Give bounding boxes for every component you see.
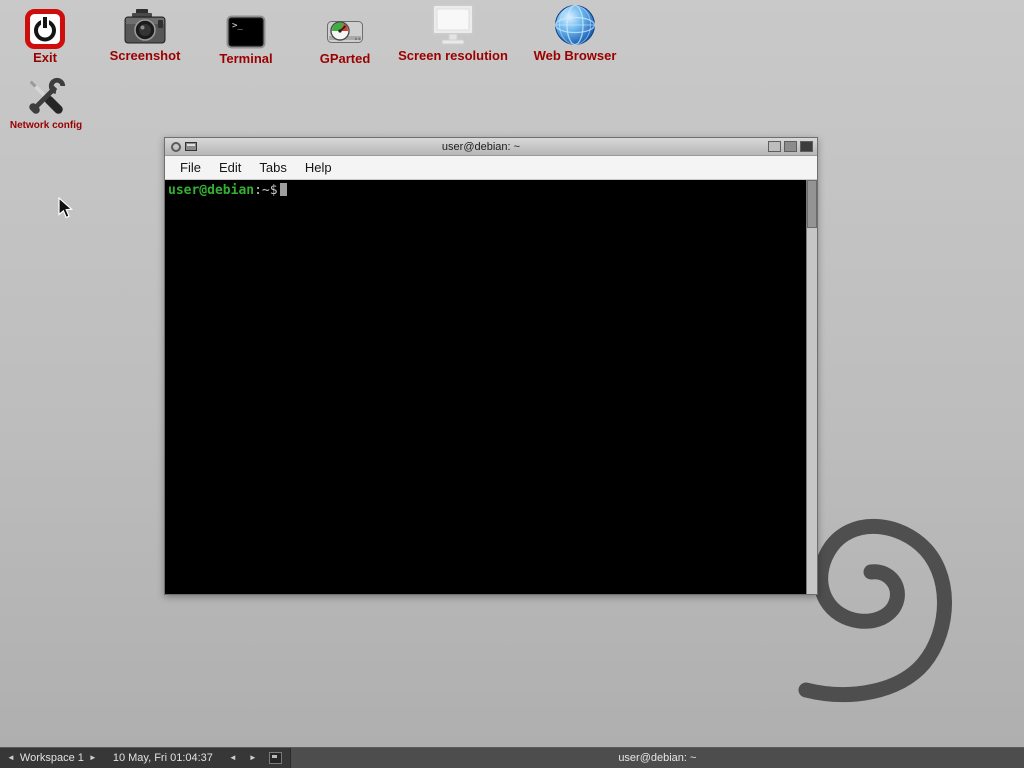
taskbar-clock: 10 May, Fri 01:04:37 [113,752,213,764]
globe-icon [553,0,597,47]
icon-label: Screen resolution [398,48,508,63]
tray-terminal-icon[interactable] [269,752,282,764]
workspace-prev-button[interactable]: ◄ [5,754,17,762]
menu-help[interactable]: Help [296,158,341,177]
icon-label: GParted [320,51,371,66]
icon-label: Network config [10,120,82,131]
icon-label: Screenshot [110,48,181,63]
desktop-icon-web-browser[interactable]: Web Browser [515,0,635,63]
pager-prev-button[interactable]: ◄ [227,754,239,762]
window-title: user@debian: ~ [197,141,765,153]
window-app-icon [185,142,197,151]
desktop-icon-screen-resolution[interactable]: Screen resolution [393,0,513,63]
desktop-icon-network-config[interactable]: Network config [0,72,106,131]
desktop-icon-gparted[interactable]: GParted [285,3,405,66]
svg-text:>_: >_ [232,21,243,31]
busy-spinner-icon [171,142,181,152]
mouse-cursor [58,197,76,221]
workspace-switcher[interactable]: Workspace 1 [20,752,84,764]
terminal-cursor [280,183,287,196]
taskbar-task-terminal[interactable]: user@debian: ~ [290,748,1024,768]
scrollbar-thumb[interactable] [807,180,817,228]
clock-pager: ◄ ► [227,754,259,762]
window-titlebar[interactable]: user@debian: ~ [165,138,817,156]
prompt-suffix: :~$ [254,183,277,198]
pager-next-button[interactable]: ► [247,754,259,762]
taskbar: ◄ Workspace 1 ► 10 May, Fri 01:04:37 ◄ ►… [0,747,1024,768]
minimize-button[interactable] [768,141,781,152]
terminal-scrollbar[interactable] [806,180,817,594]
terminal-window: user@debian: ~ File Edit Tabs Help user@… [164,137,818,595]
icon-label: Web Browser [534,48,617,63]
monitor-icon [429,0,477,47]
camera-icon [122,0,168,47]
prompt-user: user@debian [168,183,254,198]
icon-label: Terminal [219,51,272,66]
menu-edit[interactable]: Edit [210,158,250,177]
terminal-icon: >_ [226,3,266,50]
menu-file[interactable]: File [171,158,210,177]
close-button[interactable] [800,141,813,152]
icon-label: Exit [33,50,57,65]
power-icon [25,2,65,49]
menu-tabs[interactable]: Tabs [250,158,295,177]
menubar: File Edit Tabs Help [165,156,817,180]
workspace-next-button[interactable]: ► [87,754,99,762]
maximize-button[interactable] [784,141,797,152]
tools-icon [23,72,69,119]
disk-gauge-icon [323,3,367,50]
terminal-output[interactable]: user@debian:~$ [165,180,817,594]
task-title: user@debian: ~ [618,752,696,764]
